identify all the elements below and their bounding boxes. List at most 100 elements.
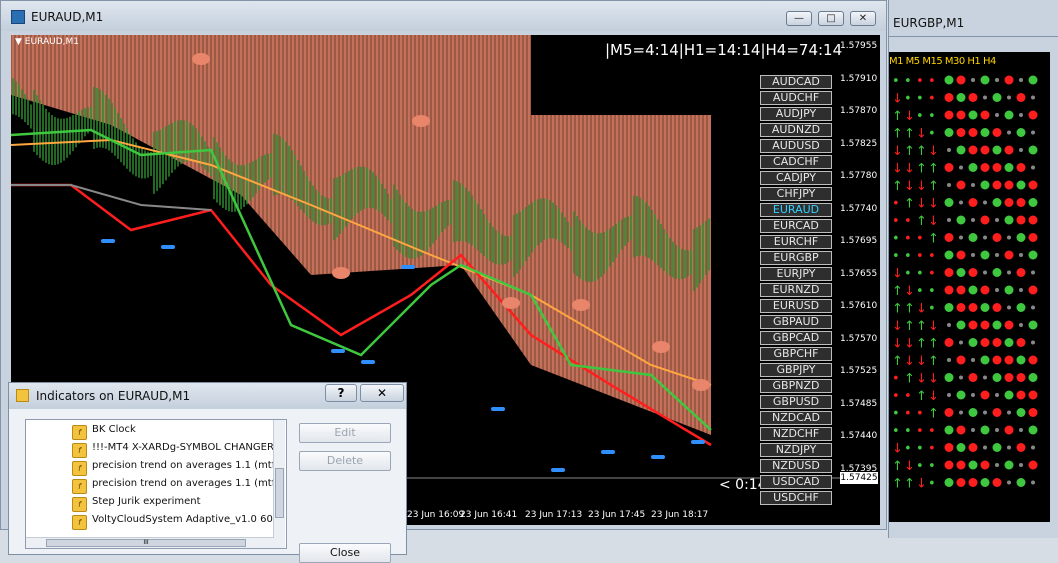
signal-mark: ↑ [892,477,903,492]
hscroll-thumb[interactable]: III [46,539,246,547]
symbol-button[interactable]: AUDCHF [760,91,832,105]
signal-mark [1031,270,1035,275]
scrollbar-thumb[interactable] [275,468,284,518]
indicator-tree[interactable]: f BK Clock f !!!-MT4 X-XARDg-SYMBOL CHANGER… [25,419,287,549]
signal-mark [992,198,1002,207]
symbol-button[interactable]: NZDCAD [760,411,832,425]
blue-marker [101,239,115,243]
main-window-title: EURAUD,M1 [31,10,104,24]
symbol-button[interactable]: GBPJPY [760,363,832,377]
symbol-button[interactable]: CADJPY [760,171,832,185]
signal-mark: • [916,407,924,422]
symbol-button[interactable]: NZDJPY [760,443,832,457]
signal-mark [959,340,963,345]
dialog-close-icon[interactable]: ✕ [360,384,404,402]
signal-mark [1028,425,1038,435]
signal-mark [1016,233,1026,242]
symbol-button[interactable]: EURJPY [760,267,832,281]
signal-mark [968,110,978,120]
chart-symbol-label: ▼ EURAUD,M1 [15,37,79,47]
signal-mark: • [928,249,936,264]
signal-mark: • [892,389,900,404]
minimize-button[interactable]: — [786,11,812,26]
tree-vertical-scrollbar[interactable] [273,420,285,548]
signal-mark [995,463,999,467]
symbol-button[interactable]: EURGBP [760,251,832,265]
indicator-item[interactable]: f BK Clock [72,424,136,442]
symbol-button[interactable]: EURCHF [760,235,832,249]
symbol-button[interactable]: USDCAD [760,475,832,489]
close-button[interactable]: ✕ [850,11,876,26]
signal-mark: ↓ [892,337,903,352]
signal-mark [956,425,966,435]
symbol-button[interactable]: GBPAUD [760,315,832,329]
symbol-button[interactable]: USDCHF [760,491,832,505]
symbol-button[interactable]: GBPNZD [760,379,832,393]
indicator-item[interactable]: f precision trend on averages 1.1 (mtf [72,478,275,496]
signal-mark: ↓ [916,179,927,194]
symbol-button[interactable]: AUDJPY [760,107,832,121]
blue-marker [361,360,375,364]
signal-mark [959,375,963,380]
symbol-button[interactable]: NZDUSD [760,459,832,473]
symbol-button[interactable]: AUDUSD [760,139,832,153]
close-dialog-button[interactable]: Close [299,543,391,563]
symbol-button[interactable]: EURUSD [760,299,832,313]
signal-mark: ↑ [916,319,927,334]
signal-mark [956,250,966,260]
delete-button[interactable]: Delete [299,451,391,471]
signal-mark [995,393,999,397]
signal-mark [1028,373,1038,382]
indicator-item[interactable]: f VoltyCloudSystem Adaptive_v1.0 600 [72,514,279,532]
symbol-button[interactable]: GBPCAD [760,331,832,345]
signal-mark [980,460,990,470]
cloud-marker [652,341,670,353]
blue-marker [691,440,705,444]
signal-mark [956,110,966,120]
symbol-button[interactable]: EURAUD [760,203,832,217]
signal-mark [1019,148,1023,152]
signal-mark [968,443,978,452]
maximize-button[interactable]: □ [818,11,844,26]
signal-mark [944,110,954,120]
signal-mark: ↓ [928,389,939,404]
dialog-titlebar[interactable]: Indicators on EURAUD,M1 ? ✕ [9,383,406,409]
symbol-button[interactable]: GBPUSD [760,395,832,409]
signal-mark [944,268,954,277]
symbol-button[interactable]: CHFJPY [760,187,832,201]
signal-mark [995,218,999,222]
signal-mark: • [904,267,912,282]
symbol-button[interactable]: AUDCAD [760,75,832,89]
indicator-item[interactable]: f precision trend on averages 1.1 (mtf [72,460,275,478]
indicator-label: Step Jurik experiment [92,496,201,507]
price-axis-label: 1.57955 [840,41,878,51]
signal-mark [944,233,954,242]
secondary-window-title: EURGBP,M1 [893,16,965,30]
main-titlebar[interactable]: EURAUD,M1 — □ ✕ [1,1,886,31]
symbol-button[interactable]: CADCHF [760,155,832,169]
help-button[interactable]: ? [325,384,357,402]
signal-mark [968,163,978,172]
signal-mark [980,180,990,190]
signal-mark: ↓ [904,179,915,194]
signal-mark [992,478,1002,487]
dialog-title: Indicators on EURAUD,M1 [36,389,191,403]
indicator-item[interactable]: f !!!-MT4 X-XARDg-SYMBOL CHANGER [72,442,274,460]
symbol-button[interactable]: EURCAD [760,219,832,233]
blue-marker [491,407,505,411]
signal-mark [1016,373,1026,382]
signal-mark [980,75,990,85]
signal-mark: ↑ [928,162,939,177]
tree-horizontal-scrollbar[interactable]: III [26,537,274,548]
symbol-button[interactable]: GBPCHF [760,347,832,361]
signal-mark [968,373,978,382]
symbol-button[interactable]: AUDNZD [760,123,832,137]
signal-mark [971,218,975,222]
signal-mark [968,145,978,155]
cloud-marker [412,115,430,127]
signal-mark [968,460,978,470]
edit-button[interactable]: Edit [299,423,391,443]
indicator-item[interactable]: f Step Jurik experiment [72,496,201,514]
symbol-button[interactable]: NZDCHF [760,427,832,441]
symbol-button[interactable]: EURNZD [760,283,832,297]
